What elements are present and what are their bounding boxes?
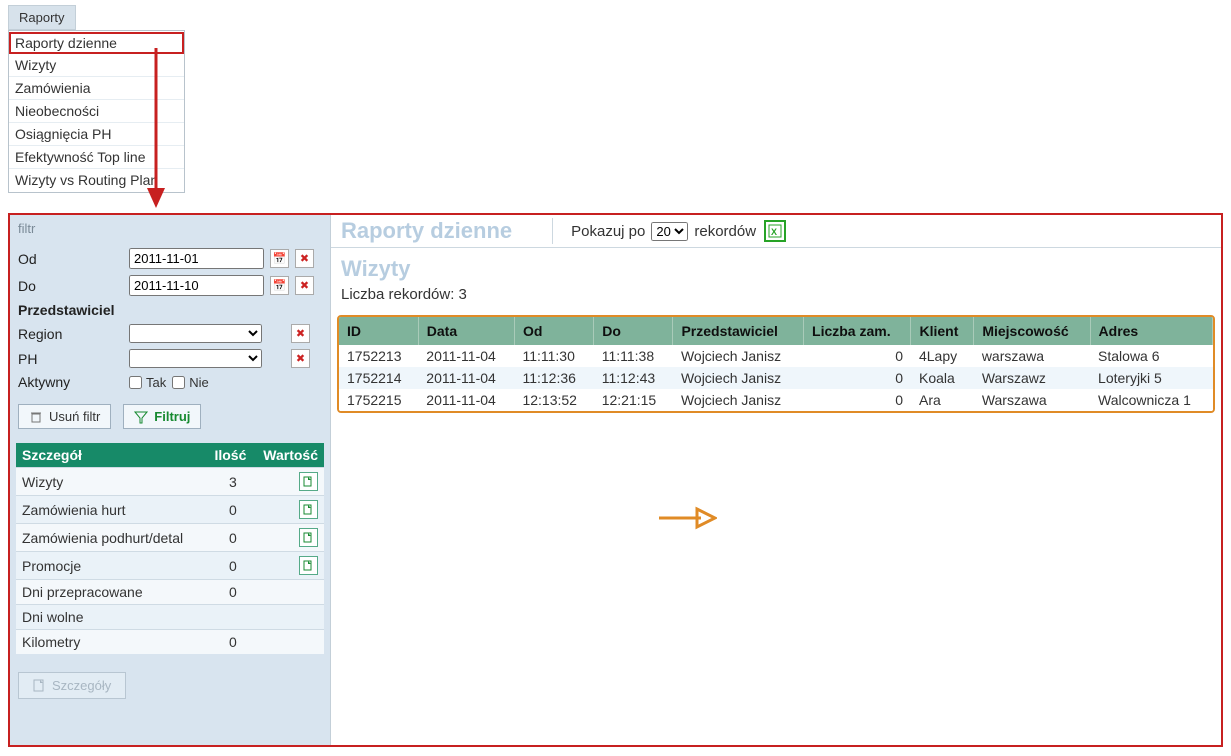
ph-select[interactable] — [129, 349, 262, 368]
clear-region-icon[interactable]: ✖ — [291, 324, 310, 343]
records-header[interactable]: Do — [594, 317, 673, 345]
menu-item[interactable]: Osiągnięcia PH — [9, 122, 184, 145]
records-header[interactable]: Przedstawiciel — [673, 317, 804, 345]
table-row[interactable]: 17522142011-11-0411:12:3611:12:43Wojciec… — [339, 367, 1213, 389]
tak-label: Tak — [146, 375, 166, 390]
detail-icon[interactable] — [299, 472, 318, 491]
summary-row: Zamówienia hurt0 — [16, 496, 324, 524]
detail-icon[interactable] — [299, 556, 318, 575]
records-header[interactable]: Od — [514, 317, 593, 345]
menu-item[interactable]: Nieobecności — [9, 99, 184, 122]
detail-icon[interactable] — [299, 528, 318, 547]
tak-checkbox[interactable] — [129, 376, 142, 389]
records-header[interactable]: Adres — [1090, 317, 1212, 345]
szczegoly-button[interactable]: Szczegóły — [18, 672, 126, 699]
trash-icon — [29, 410, 43, 424]
menu-button-raporty[interactable]: Raporty — [8, 5, 76, 30]
od-label: Od — [18, 251, 123, 267]
funnel-icon — [134, 410, 148, 424]
przedstawiciel-label: Przedstawiciel — [18, 302, 123, 318]
ph-label: PH — [18, 351, 123, 367]
od-input[interactable] — [129, 248, 264, 269]
filter-title: filtr — [10, 215, 330, 246]
region-select[interactable] — [129, 324, 262, 343]
clear-do-icon[interactable]: ✖ — [295, 276, 314, 295]
svg-text:X: X — [771, 227, 777, 237]
records-header[interactable]: Miejscowość — [974, 317, 1090, 345]
region-label: Region — [18, 326, 123, 342]
summary-row: Promocje0 — [16, 552, 324, 580]
clear-filter-button[interactable]: Usuń filtr — [18, 404, 111, 429]
nie-checkbox[interactable] — [172, 376, 185, 389]
menu-item[interactable]: Wizyty vs Routing Plan — [9, 168, 184, 191]
table-row[interactable]: 17522132011-11-0411:11:3011:11:38Wojciec… — [339, 345, 1213, 367]
do-input[interactable] — [129, 275, 264, 296]
main-panel: filtr Od 📅 ✖ Do 📅 ✖ Przedstawiciel Regio… — [8, 213, 1223, 747]
records-wrap: IDDataOdDoPrzedstawicielLiczba zam.Klien… — [337, 315, 1215, 413]
record-count: Liczba rekordów: 3 — [331, 282, 1221, 315]
records-header[interactable]: Klient — [911, 317, 974, 345]
detail-icon[interactable] — [299, 500, 318, 519]
page-title: Raporty dzienne — [341, 218, 553, 244]
summary-header-ilosc: Ilość — [208, 443, 257, 468]
export-excel-button[interactable]: X — [764, 220, 786, 242]
menu-item[interactable]: Wizyty — [9, 54, 184, 76]
summary-header-wartosc: Wartość — [257, 443, 324, 468]
filter-button[interactable]: Filtruj — [123, 404, 201, 429]
menu-item[interactable]: Zamówienia — [9, 76, 184, 99]
menu-item[interactable]: Efektywność Top line — [9, 145, 184, 168]
menu-button-label: Raporty — [19, 10, 65, 25]
results-pane: Raporty dzienne Pokazuj po 20 rekordów X — [331, 215, 1221, 745]
menu-item-raporty-dzienne[interactable]: Raporty dzienne — [9, 32, 184, 54]
aktywny-label: Aktywny — [18, 374, 123, 390]
page-size-select[interactable]: 20 — [651, 222, 688, 241]
clear-od-icon[interactable]: ✖ — [295, 249, 314, 268]
filter-pane: filtr Od 📅 ✖ Do 📅 ✖ Przedstawiciel Regio… — [10, 215, 331, 745]
summary-row: Dni przepracowane0 — [16, 580, 324, 605]
clear-ph-icon[interactable]: ✖ — [291, 349, 310, 368]
table-row[interactable]: 17522152011-11-0412:13:5212:21:15Wojciec… — [339, 389, 1213, 411]
summary-row: Zamówienia podhurt/detal0 — [16, 524, 324, 552]
annotation-arrow-right — [657, 505, 717, 531]
doc-icon — [33, 679, 46, 692]
records-header[interactable]: Data — [418, 317, 514, 345]
summary-row: Wizyty3 — [16, 468, 324, 496]
pager-suffix: rekordów — [694, 223, 756, 240]
summary-row: Dni wolne — [16, 605, 324, 630]
records-table: IDDataOdDoPrzedstawicielLiczba zam.Klien… — [339, 317, 1213, 411]
section-title: Wizyty — [331, 248, 1221, 282]
summary-table: Szczegół Ilość Wartość Wizyty3Zamówienia… — [16, 443, 324, 654]
menu-dropdown: Raporty dzienne WizytyZamówieniaNieobecn… — [8, 30, 185, 193]
nie-label: Nie — [189, 375, 209, 390]
calendar-icon[interactable]: 📅 — [270, 249, 289, 268]
records-header[interactable]: Liczba zam. — [804, 317, 911, 345]
records-header[interactable]: ID — [339, 317, 418, 345]
excel-icon: X — [768, 224, 782, 238]
summary-row: Kilometry0 — [16, 630, 324, 655]
do-label: Do — [18, 278, 123, 294]
summary-header-szczegol: Szczegół — [16, 443, 208, 468]
pager-prefix: Pokazuj po — [571, 223, 645, 240]
calendar-icon[interactable]: 📅 — [270, 276, 289, 295]
